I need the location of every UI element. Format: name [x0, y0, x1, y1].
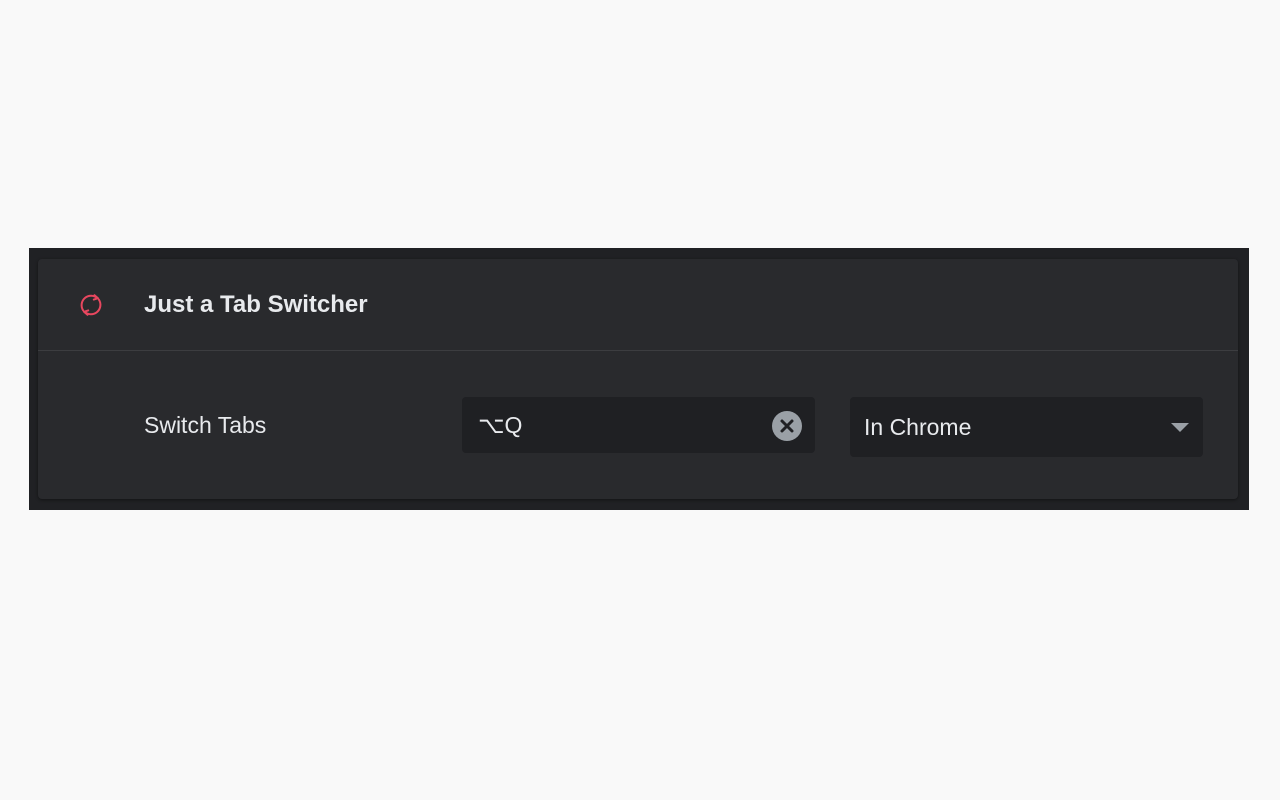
shortcut-scope-select[interactable]: In Chrome [850, 397, 1203, 457]
shortcuts-panel: Just a Tab Switcher Switch Tabs ⌥Q In Ch… [29, 248, 1249, 510]
refresh-icon [77, 291, 105, 319]
extension-card: Just a Tab Switcher Switch Tabs ⌥Q In Ch… [38, 259, 1238, 499]
shortcut-input[interactable]: ⌥Q [462, 397, 815, 453]
scope-selected-value: In Chrome [864, 414, 972, 440]
shortcut-label: Switch Tabs [144, 412, 267, 438]
extension-card-header: Just a Tab Switcher [38, 259, 1238, 351]
extension-title: Just a Tab Switcher [144, 291, 368, 318]
shortcut-value: ⌥Q [478, 412, 523, 438]
clear-shortcut-button[interactable] [772, 411, 802, 441]
close-circle-icon [780, 419, 794, 433]
dropdown-arrow-icon [1171, 423, 1189, 432]
